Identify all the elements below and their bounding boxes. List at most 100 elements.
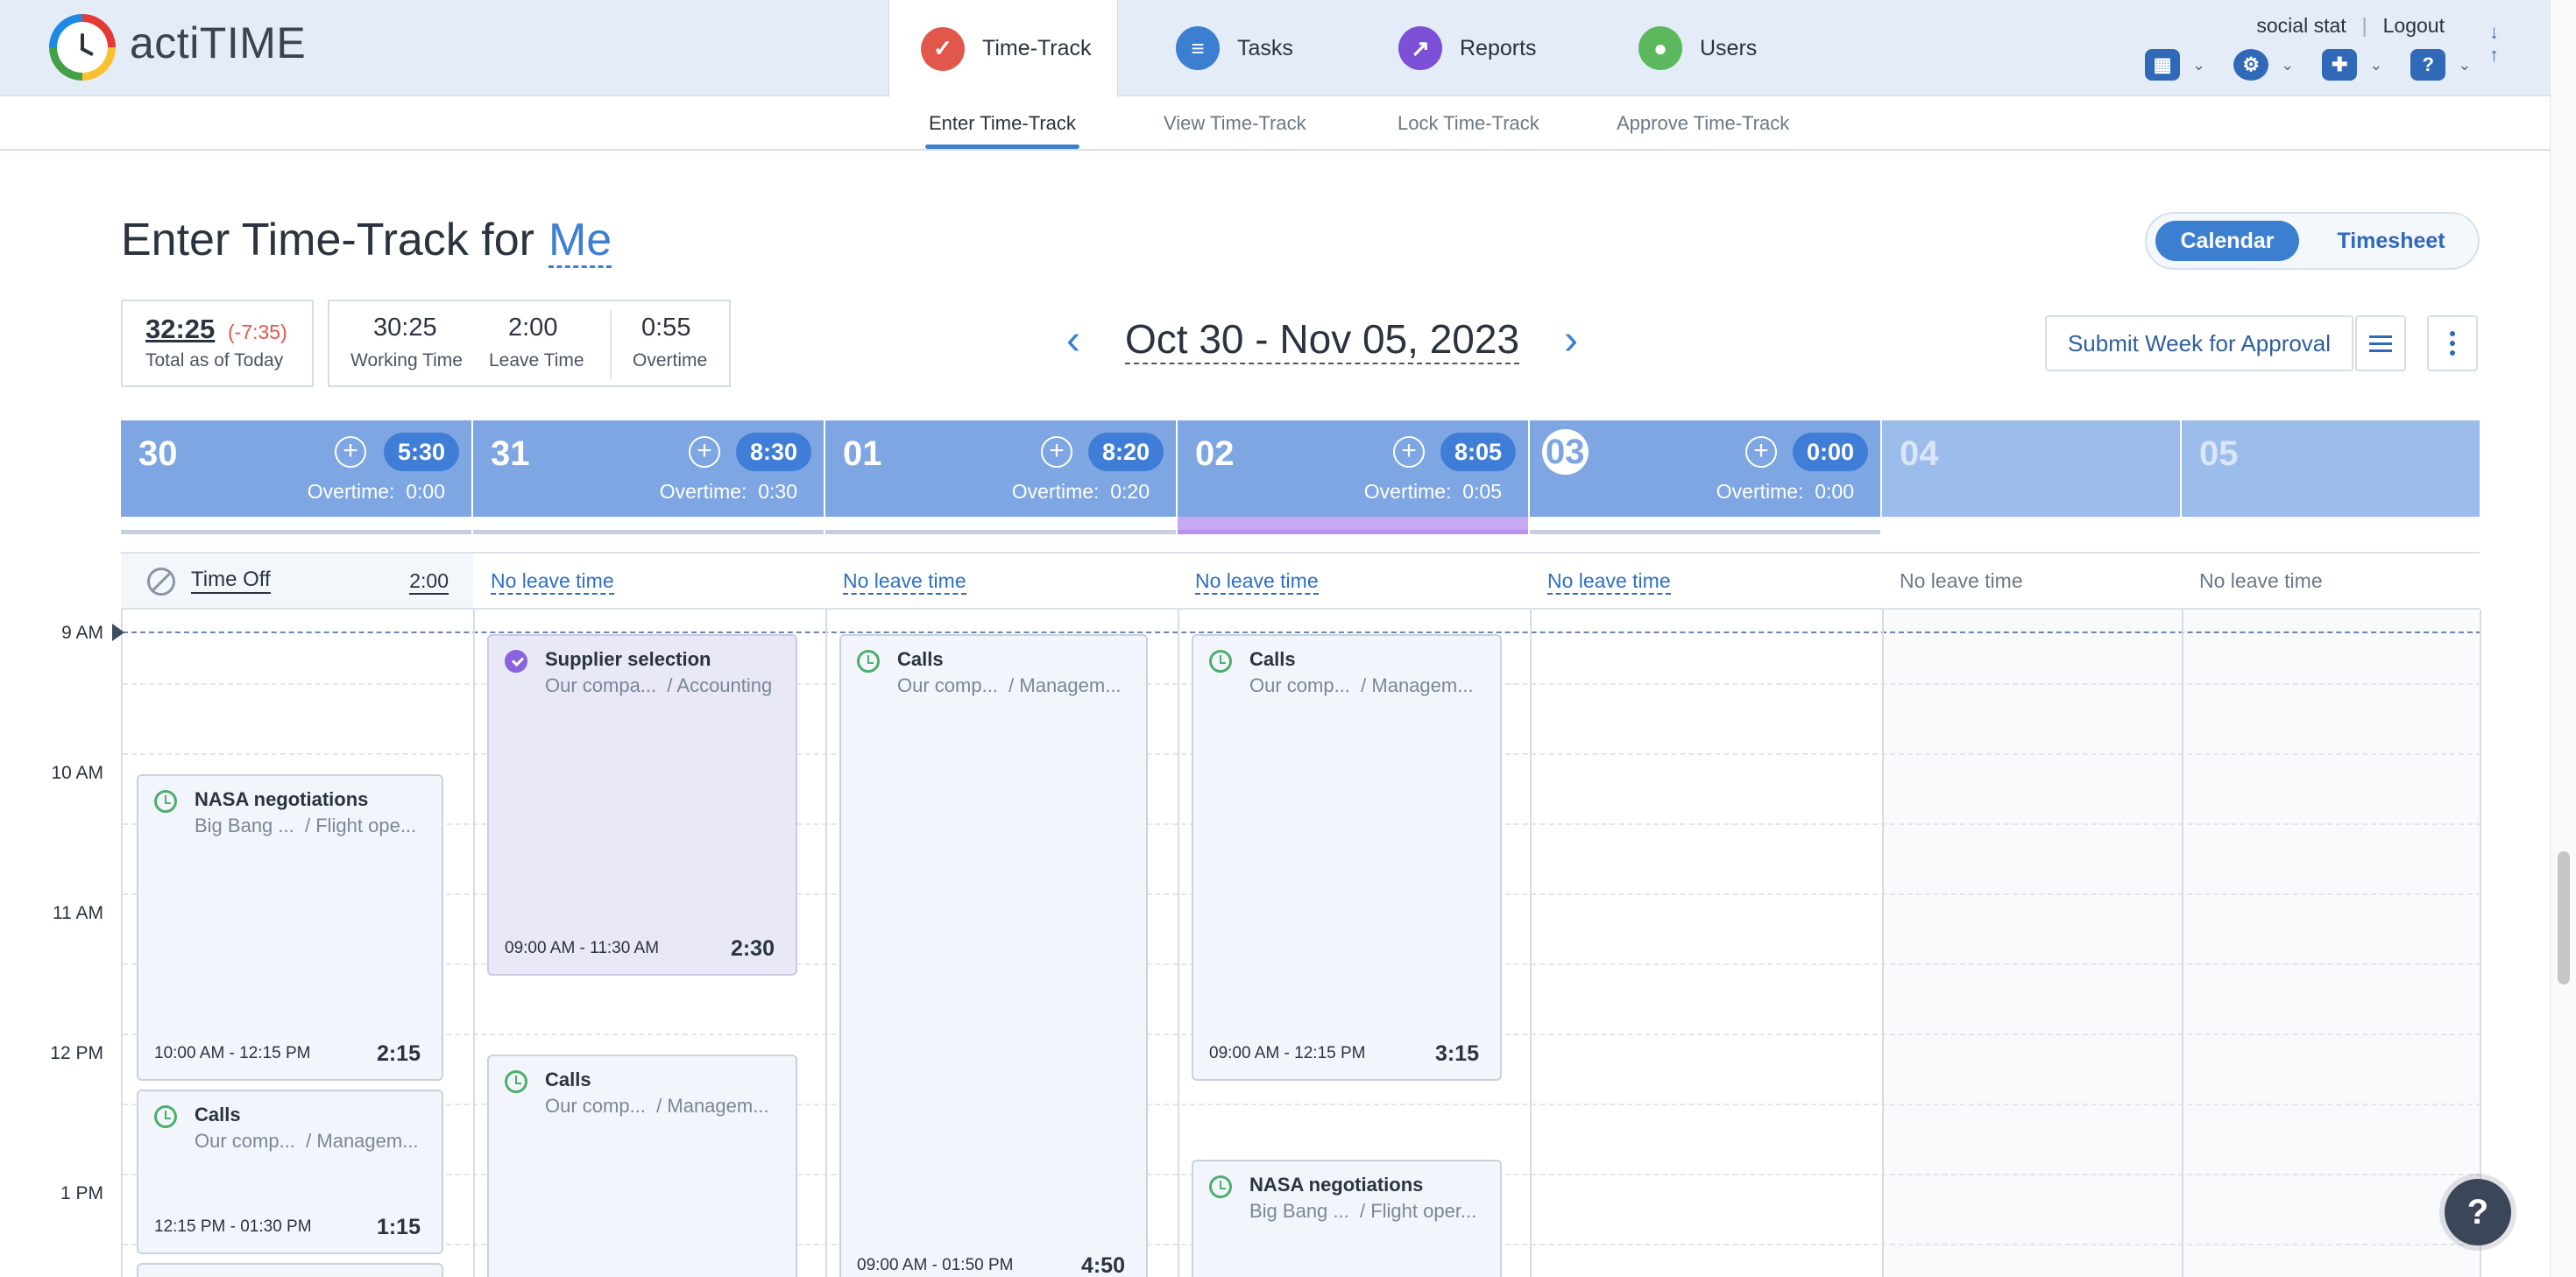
entry-task: Calls	[195, 1104, 241, 1125]
no-leave-time-link[interactable]: No leave time	[1195, 569, 1319, 595]
tab-reports[interactable]: ↗ Reports	[1367, 0, 1537, 96]
addons-menu[interactable]: ✚ ⌄	[2322, 49, 2382, 81]
entry-time-range: 10:00 AM - 12:15 PM	[154, 1044, 311, 1062]
entry-task: NASA negotiations	[195, 788, 369, 810]
total-label: Total as of Today	[145, 350, 284, 370]
page-scrollbar[interactable]	[2550, 0, 2576, 1277]
add-entry-icon[interactable]: +	[335, 436, 366, 468]
collapse-header-toggle[interactable]: ↓ ↑	[2489, 21, 2499, 67]
entry-duration: 2:15	[376, 1041, 421, 1066]
column-divider	[1178, 610, 1179, 1277]
day-header-31: 31 + 8:30 Overtime: 0:30	[473, 420, 824, 517]
approved-check-icon	[505, 650, 527, 673]
subtab-lock-time-track[interactable]: Lock Time-Track	[1398, 112, 1539, 135]
day-number: 30	[138, 434, 178, 473]
hamburger-icon	[2369, 331, 2392, 356]
day-header-30: 30 + 5:30 Overtime: 0:00	[121, 420, 471, 517]
day-overtime: Overtime: 0:30	[659, 480, 797, 503]
chevron-left-icon[interactable]: ‹	[1051, 316, 1095, 364]
time-entry-approved[interactable]: Supplier selection Our compa... / Accoun…	[487, 634, 797, 976]
add-entry-icon[interactable]: +	[1745, 436, 1777, 468]
no-leave-time-link[interactable]: No leave time	[1547, 569, 1671, 595]
leave-cell-03: No leave time	[1530, 552, 1882, 610]
calendar-view-button[interactable]: Calendar	[2155, 221, 2299, 261]
leave-cell-02: No leave time	[1178, 552, 1530, 610]
tab-time-track[interactable]: ✓ Time-Track	[888, 0, 1118, 97]
timesheet-view-button[interactable]: Timesheet	[2317, 221, 2466, 261]
time-off-value[interactable]: 2:00	[409, 569, 449, 595]
toolbar-icons: ▦ ⌄ ⚙ ⌄ ✚ ⌄ ? ⌄	[2145, 49, 2487, 81]
clock-icon	[154, 1105, 177, 1128]
chevron-down-icon: ⌄	[2458, 55, 2472, 74]
entry-duration: 4:50	[1080, 1253, 1125, 1277]
time-off-label[interactable]: Time Off	[191, 568, 271, 594]
column-divider	[2182, 610, 2183, 1277]
tab-tasks[interactable]: ≡ Tasks	[1144, 0, 1293, 96]
more-options-button[interactable]	[2427, 315, 2478, 371]
no-leave-time-link[interactable]: No leave time	[491, 569, 614, 595]
user-name-link[interactable]: social stat	[2256, 14, 2346, 38]
entry-customer-project: Our comp... / Managem...	[897, 674, 1122, 696]
time-entry[interactable]: NASA negotiations Big Bang ... / Flight …	[137, 774, 443, 1081]
add-entry-icon[interactable]: +	[689, 436, 720, 468]
chevron-right-icon[interactable]: ›	[1549, 316, 1593, 364]
week-calendar: 30 + 5:30 Overtime: 0:00 31 + 8:30 Overt…	[121, 420, 2481, 1277]
settings-menu[interactable]: ⚙ ⌄	[2233, 49, 2294, 81]
hour-label: 1 PM	[60, 1183, 103, 1203]
user-links: social stat | Logout	[2256, 14, 2445, 38]
time-entry[interactable]: Calls Our comp... / Managem... 09:00 AM …	[839, 634, 1148, 1277]
current-time-line	[123, 631, 2481, 633]
entry-task: Calls	[545, 1069, 591, 1090]
total-as-of-today-box: 32:25 (-7:35) Total as of Today	[121, 300, 314, 387]
question-icon: ?	[2410, 49, 2446, 81]
time-entry[interactable]: Calls Our comp... / Managem... 09:00 AM …	[1192, 634, 1502, 1081]
help-menu[interactable]: ? ⌄	[2410, 49, 2471, 81]
submit-week-button[interactable]: Submit Week for Approval	[2045, 315, 2353, 371]
subtab-approve-time-track[interactable]: Approve Time-Track	[1617, 112, 1789, 135]
day-overtime: Overtime: 0:00	[1716, 480, 1854, 503]
leave-cell-30[interactable]: Time Off 2:00	[121, 552, 473, 610]
entry-customer-project: Our comp... / Managem...	[1249, 674, 1474, 696]
day-total-badge: 8:30	[735, 433, 811, 471]
total-value[interactable]: 32:25	[145, 314, 215, 345]
subtab-enter-time-track[interactable]: Enter Time-Track	[925, 112, 1079, 149]
day-header-03: 03 + 0:00 Overtime: 0:00	[1530, 420, 1880, 517]
entry-task: Calls	[1249, 648, 1296, 670]
column-divider	[825, 610, 827, 1277]
leave-time-value: 2:00	[508, 314, 558, 342]
day-progress	[473, 517, 824, 534]
no-leave-time-link[interactable]: No leave time	[843, 569, 966, 595]
chevron-down-icon: ⌄	[2192, 55, 2206, 74]
list-view-button[interactable]	[2355, 315, 2406, 371]
tab-users[interactable]: ● Users	[1607, 0, 1757, 96]
entry-customer-project: Our compa... / Accounting	[545, 674, 773, 696]
more-vertical-icon	[2450, 331, 2455, 356]
actitime-logo-icon[interactable]	[49, 14, 116, 81]
add-entry-icon[interactable]: +	[1041, 436, 1072, 468]
entry-task: Supplier selection	[545, 648, 711, 670]
day-progress	[825, 517, 1176, 534]
time-entry[interactable]: NASA negotiations Big Bang ... / Flight …	[1192, 1160, 1502, 1277]
week-range-picker[interactable]: Oct 30 - Nov 05, 2023	[1125, 315, 1520, 364]
add-entry-icon[interactable]: +	[1393, 436, 1425, 468]
day-number: 04	[1900, 434, 1939, 473]
subtab-view-time-track[interactable]: View Time-Track	[1164, 112, 1306, 135]
time-entry[interactable]: Calls Our comp... / Managem... 12:15 PM …	[137, 1090, 443, 1254]
calendar-icon: ▦	[2145, 49, 2180, 81]
day-header-01: 01 + 8:20 Overtime: 0:20	[825, 420, 1176, 517]
scrollbar-thumb[interactable]	[2558, 851, 2570, 984]
gear-icon: ⚙	[2233, 49, 2269, 81]
help-chat-button[interactable]: ?	[2445, 1179, 2511, 1245]
tab-time-track-label: Time-Track	[982, 36, 1092, 60]
entry-task: NASA negotiations	[1249, 1174, 1424, 1196]
logout-link[interactable]: Logout	[2383, 14, 2445, 38]
user-selector[interactable]: Me	[548, 215, 612, 268]
total-difference: (-7:35)	[228, 321, 287, 343]
time-entry[interactable]: Calls Our comp... / Managem...	[487, 1055, 797, 1277]
entry-customer-project: Our comp... / Managem...	[195, 1130, 419, 1152]
time-entry[interactable]	[137, 1263, 443, 1277]
day-progress	[121, 517, 471, 534]
brand-name[interactable]: actiTIME	[130, 18, 306, 68]
calendar-menu[interactable]: ▦ ⌄	[2145, 49, 2205, 81]
divider	[610, 310, 612, 380]
